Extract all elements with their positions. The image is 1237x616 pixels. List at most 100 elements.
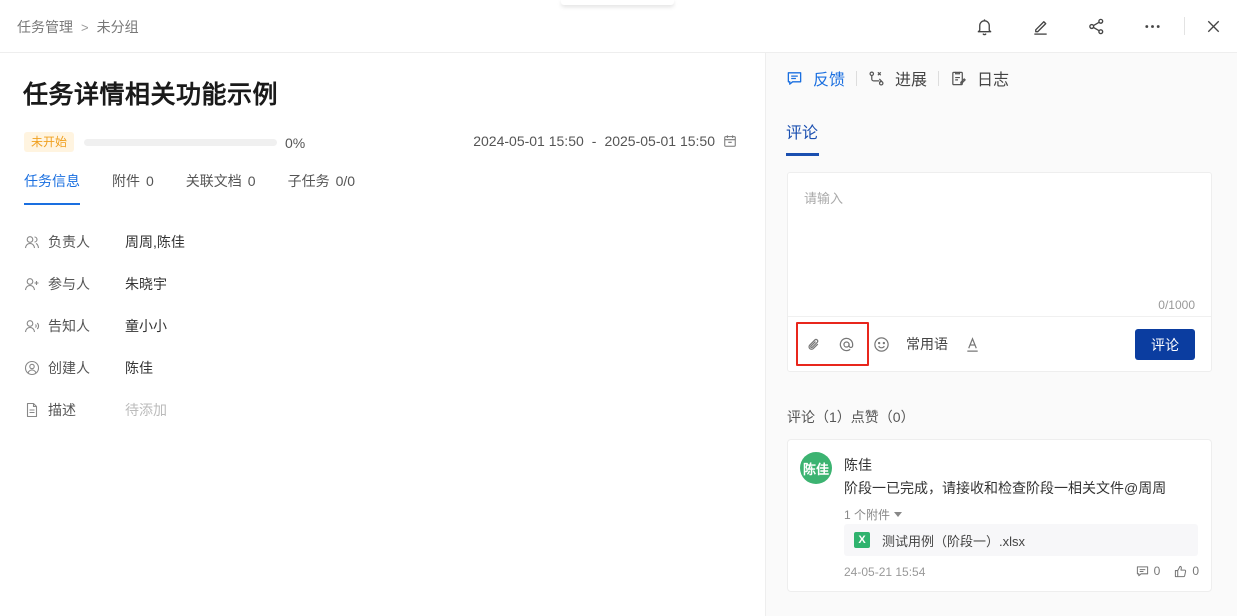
- end-date: 2025-05-01 15:50: [604, 133, 715, 149]
- floating-panel-edge: [561, 0, 674, 5]
- tab-label: 任务信息: [24, 173, 80, 189]
- editor-toolbar: 常用语 评论: [788, 316, 1211, 372]
- edit-icon[interactable]: [1012, 0, 1068, 52]
- field-label: 告知人: [48, 318, 90, 334]
- breadcrumb-root[interactable]: 任务管理: [17, 17, 73, 37]
- field-creator: 创建人 陈佳: [24, 347, 185, 389]
- top-header: 任务管理 > 未分组: [0, 0, 1237, 53]
- comment-input[interactable]: 请输入: [804, 188, 843, 207]
- header-divider: [1184, 17, 1185, 35]
- tab-divider: [856, 70, 858, 86]
- tab-label: 子任务: [287, 173, 330, 189]
- tab-label: 日志: [977, 72, 1010, 89]
- field-participants: 参与人 朱晓宇: [24, 263, 185, 305]
- comment-text: 阶段一已完成，请接收和检查阶段一相关文件@周周: [844, 480, 1167, 496]
- reply-button[interactable]: 0: [1136, 564, 1161, 578]
- status-badge: 未开始: [24, 132, 75, 152]
- text-format-icon[interactable]: [962, 329, 982, 359]
- tab-attachments[interactable]: 附件 0: [112, 171, 154, 205]
- tab-task-info[interactable]: 任务信息: [24, 171, 80, 205]
- field-value[interactable]: 待添加: [125, 400, 167, 420]
- bell-icon[interactable]: [956, 0, 1012, 52]
- owner-icon: [24, 234, 40, 250]
- field-label: 参与人: [48, 276, 90, 292]
- share-icon[interactable]: [1068, 0, 1124, 52]
- description-icon: [24, 402, 40, 418]
- excel-file-icon: X: [854, 532, 870, 548]
- task-fields: 负责人 周周,陈佳 参与人 朱晓宇 告知人 童小小 创建人 陈佳 描述 待添加: [24, 221, 185, 431]
- field-value[interactable]: 童小小: [125, 316, 167, 336]
- attachment-toggle[interactable]: 1 个附件: [844, 506, 903, 523]
- tab-progress[interactable]: 进展: [868, 66, 927, 90]
- calendar-icon: [724, 135, 736, 147]
- breadcrumb-separator: >: [81, 19, 89, 35]
- notify-icon: [24, 318, 40, 334]
- date-range-separator: -: [591, 133, 597, 149]
- progress-icon: [869, 70, 884, 86]
- progress-percent: 0%: [285, 135, 306, 151]
- field-value[interactable]: 周周,陈佳: [125, 232, 185, 252]
- right-tabs: 反馈 进展 日志: [786, 66, 1009, 90]
- comment-editor: 请输入 0/1000 常用语 评论: [787, 172, 1212, 372]
- page-title: 任务详情相关功能示例: [23, 81, 279, 109]
- file-name: 测试用例（阶段一）.xlsx: [882, 533, 1026, 549]
- tab-count: 0/0: [335, 173, 356, 189]
- comment-item: 陈佳 陈佳 阶段一已完成，请接收和检查阶段一相关文件@周周 1 个附件 X 测试…: [787, 439, 1212, 592]
- comment-time: 24-05-21 15:54: [844, 565, 926, 579]
- caret-down-icon: [894, 512, 903, 517]
- start-date: 2024-05-01 15:50: [473, 133, 584, 149]
- like-count: 0: [1192, 564, 1199, 578]
- mention-icon[interactable]: [836, 329, 856, 359]
- tab-label: 关联文档: [185, 173, 242, 189]
- tab-label: 进展: [895, 72, 928, 89]
- reply-icon: [1136, 565, 1148, 576]
- field-value: 陈佳: [125, 360, 153, 376]
- tab-count: 0: [146, 173, 154, 189]
- close-icon[interactable]: [1189, 0, 1237, 52]
- comment-stats: 评论（1）点赞（0）: [787, 409, 915, 425]
- attachment-file[interactable]: X 测试用例（阶段一）.xlsx: [844, 524, 1198, 556]
- breadcrumb: 任务管理 > 未分组: [17, 17, 139, 37]
- tab-label: 反馈: [813, 72, 846, 89]
- header-actions: [956, 0, 1237, 52]
- attachment-count: 1 个附件: [844, 508, 891, 522]
- comment-heading-underline: [786, 153, 819, 156]
- comment-author: 陈佳: [844, 457, 872, 473]
- tab-divider: [938, 70, 940, 86]
- task-detail-panel: 任务详情相关功能示例 未开始 0% 2024-05-01 15:50 - 202…: [0, 53, 765, 616]
- progress-bar: [84, 139, 277, 146]
- tab-related-docs[interactable]: 关联文档 0: [186, 171, 256, 205]
- field-notify: 告知人 童小小: [24, 305, 185, 347]
- field-label: 负责人: [48, 234, 90, 250]
- reply-count: 0: [1153, 564, 1161, 578]
- task-tabs: 任务信息 附件 0 关联文档 0 子任务 0/0: [24, 171, 387, 205]
- breadcrumb-current: 未分组: [96, 19, 139, 35]
- emoji-icon[interactable]: [871, 329, 891, 359]
- feedback-icon: [787, 71, 802, 85]
- comment-heading[interactable]: 评论: [786, 119, 818, 143]
- log-icon: [952, 71, 967, 85]
- submit-comment-button[interactable]: 评论: [1135, 329, 1195, 360]
- tab-label: 附件: [112, 173, 140, 189]
- comment-panel: 反馈 进展 日志 评论 请输入 0/1000 常用语 评论 评论（1）点赞（0）…: [765, 53, 1237, 616]
- tab-feedback[interactable]: 反馈: [786, 66, 845, 90]
- tab-log[interactable]: 日志: [950, 66, 1009, 90]
- creator-icon: [24, 360, 40, 376]
- like-button[interactable]: 0: [1174, 564, 1199, 578]
- participant-icon: [24, 276, 40, 292]
- char-counter: 0/1000: [1158, 298, 1195, 312]
- tab-count: 0: [247, 173, 256, 189]
- more-icon[interactable]: [1124, 0, 1180, 52]
- field-description: 描述 待添加: [24, 389, 185, 431]
- field-owner: 负责人 周周,陈佳: [24, 221, 185, 263]
- tab-subtasks[interactable]: 子任务 0/0: [288, 171, 355, 205]
- field-label: 描述: [48, 402, 76, 418]
- attachment-icon[interactable]: [804, 329, 824, 359]
- common-phrases-button[interactable]: 常用语: [906, 329, 948, 359]
- field-label: 创建人: [48, 360, 90, 376]
- avatar[interactable]: 陈佳: [800, 452, 832, 484]
- date-range[interactable]: 2024-05-01 15:50 - 2025-05-01 15:50: [473, 133, 737, 149]
- comment-actions: 0 0: [1136, 564, 1199, 578]
- field-value[interactable]: 朱晓宇: [125, 274, 167, 294]
- thumbs-up-icon: [1175, 565, 1187, 577]
